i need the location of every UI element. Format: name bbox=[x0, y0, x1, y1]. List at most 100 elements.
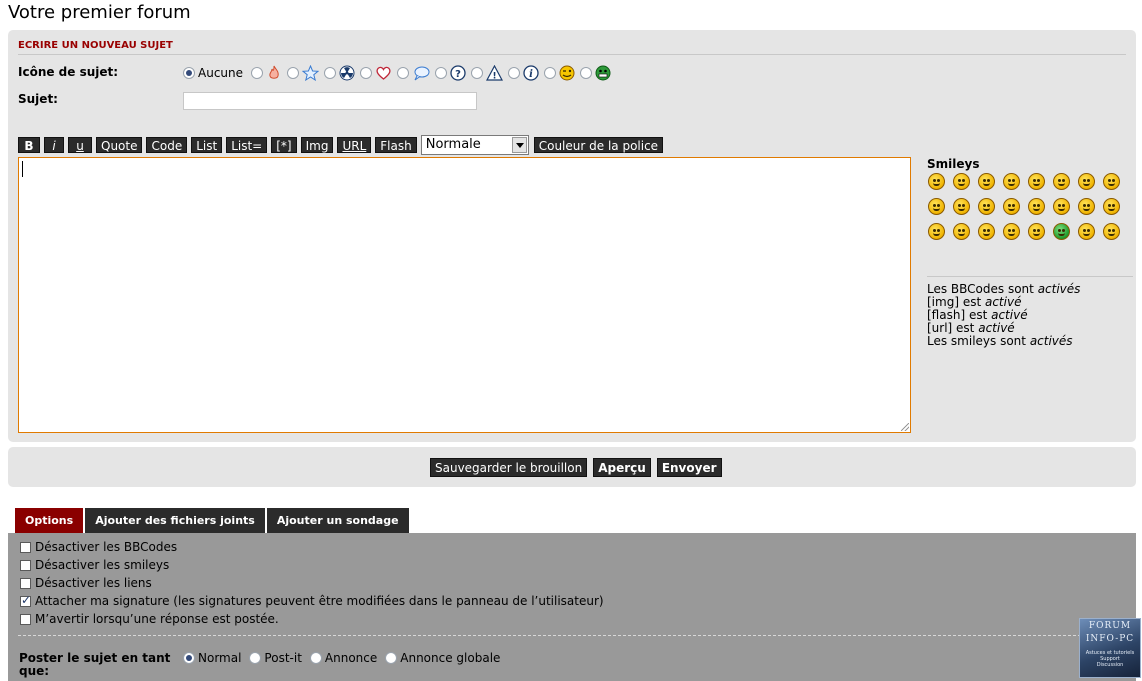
smiley-exclaim-icon[interactable] bbox=[928, 223, 945, 240]
img-button[interactable]: Img bbox=[300, 137, 334, 153]
smiley-biggrin-icon[interactable] bbox=[928, 173, 945, 190]
badge-line5: Discussion bbox=[1096, 662, 1124, 668]
option-checkbox[interactable] bbox=[20, 559, 31, 571]
compose-panel: ECRIRE UN NOUVEAU SUJET Icône de sujet: … bbox=[8, 30, 1136, 442]
badge-tagline: Astuces et tutoriels Support Discussion bbox=[1080, 650, 1140, 668]
post-type-option-label: Post-it bbox=[264, 651, 302, 665]
smiley-surprised-icon[interactable] bbox=[1028, 173, 1045, 190]
post-type-option-label: Normal bbox=[198, 651, 242, 665]
smiley-question-icon[interactable] bbox=[953, 223, 970, 240]
forum-info-pc-logo[interactable]: FORUM INFO-PC Astuces et tutoriels Suppo… bbox=[1079, 618, 1141, 678]
status-prefix: [url] est bbox=[927, 321, 979, 335]
question-icon: ? bbox=[450, 65, 466, 81]
tab-0[interactable]: Options bbox=[15, 508, 84, 533]
smiley-arrow-icon[interactable] bbox=[1003, 223, 1020, 240]
code-button[interactable]: Code bbox=[146, 137, 188, 153]
option-row: Désactiver les smileys bbox=[20, 556, 604, 574]
topic-icon-heart-radio[interactable] bbox=[360, 67, 373, 79]
heart-icon bbox=[376, 66, 391, 80]
smiley-shocked-icon[interactable] bbox=[1103, 198, 1120, 215]
topic-icon-fire-radio[interactable] bbox=[251, 67, 264, 79]
ordered-list-button[interactable]: List= bbox=[226, 137, 268, 153]
smiley-evil-icon[interactable] bbox=[1053, 198, 1070, 215]
status-value: activé bbox=[984, 295, 1022, 309]
option-label: Désactiver les liens bbox=[35, 576, 152, 590]
option-checkbox[interactable] bbox=[20, 577, 31, 589]
option-row: Désactiver les liens bbox=[20, 574, 604, 592]
option-checkbox[interactable] bbox=[20, 541, 31, 553]
svg-text:i: i bbox=[529, 69, 533, 80]
warning-icon: ! bbox=[486, 65, 504, 82]
topic-icon-speech-radio[interactable] bbox=[397, 67, 410, 79]
save-draft-button[interactable]: Sauvegarder le brouillon bbox=[430, 458, 588, 477]
flash-button[interactable]: Flash bbox=[375, 137, 417, 153]
smiley-confused-icon[interactable] bbox=[1003, 198, 1020, 215]
post-type-radio[interactable] bbox=[249, 652, 262, 664]
bold-button[interactable]: B bbox=[18, 137, 40, 153]
smileys-title: Smileys bbox=[927, 157, 980, 171]
tab-2[interactable]: Ajouter un sondage bbox=[266, 508, 409, 533]
smiley-happy-icon[interactable] bbox=[953, 173, 970, 190]
topic-icon-radioactive-radio[interactable] bbox=[324, 67, 337, 79]
topic-icon-question-radio[interactable] bbox=[435, 67, 448, 79]
preview-button[interactable]: Aperçu bbox=[593, 458, 651, 477]
topic-icon-info-radio[interactable] bbox=[508, 67, 521, 79]
smiley-twisted-icon[interactable] bbox=[1078, 198, 1095, 215]
quote-button[interactable]: Quote bbox=[96, 137, 143, 153]
topic-icon-warning-radio[interactable] bbox=[471, 67, 484, 79]
section-title: ECRIRE UN NOUVEAU SUJET bbox=[18, 40, 173, 51]
status-prefix: [img] est bbox=[927, 295, 985, 309]
chevron-down-icon[interactable] bbox=[511, 137, 527, 153]
smiley-idea-icon[interactable] bbox=[978, 223, 995, 240]
subject-input[interactable] bbox=[183, 92, 477, 110]
post-type-label: Poster le sujet en tant que: bbox=[19, 651, 171, 678]
topic-icon-none-radio[interactable] bbox=[183, 67, 195, 79]
tab-1[interactable]: Ajouter des fichiers joints bbox=[85, 508, 265, 533]
post-type-radio[interactable] bbox=[385, 652, 398, 664]
message-textarea[interactable] bbox=[18, 157, 911, 433]
smiley-razz-icon[interactable] bbox=[928, 198, 945, 215]
topic-icon-star-radio[interactable] bbox=[287, 67, 300, 79]
badge-line1: FORUM bbox=[1088, 621, 1132, 631]
smiley-neutral-icon[interactable] bbox=[1003, 173, 1020, 190]
smiley-geek-icon[interactable] bbox=[1078, 223, 1095, 240]
smiley-sad-icon[interactable] bbox=[1028, 223, 1045, 240]
resize-grip-icon[interactable] bbox=[901, 423, 909, 431]
list-item-button[interactable]: [*] bbox=[271, 137, 297, 153]
smiley-nerd-icon[interactable] bbox=[1103, 223, 1120, 240]
smiley-tongue-icon[interactable] bbox=[978, 198, 995, 215]
status-value: activé bbox=[978, 321, 1015, 335]
status-prefix: Les BBCodes sont bbox=[927, 282, 1038, 296]
smiley-green-icon[interactable] bbox=[1053, 223, 1070, 240]
option-checkbox[interactable] bbox=[20, 593, 31, 607]
smiley-cool-icon[interactable] bbox=[1103, 173, 1120, 190]
smiley-eek-icon[interactable] bbox=[1053, 173, 1070, 190]
text-caret bbox=[22, 161, 23, 177]
speech-bubble-icon bbox=[414, 66, 430, 81]
post-type-radio[interactable] bbox=[309, 652, 322, 664]
url-button[interactable]: URL bbox=[337, 137, 372, 153]
post-type-radio[interactable] bbox=[183, 652, 195, 664]
list-button[interactable]: List bbox=[191, 137, 223, 153]
option-checkbox[interactable] bbox=[20, 613, 31, 625]
font-color-button[interactable]: Couleur de la police bbox=[533, 137, 664, 153]
option-row: Désactiver les BBCodes bbox=[20, 538, 604, 556]
smiley-mad-icon[interactable] bbox=[953, 198, 970, 215]
smiley-smile-icon[interactable] bbox=[978, 173, 995, 190]
post-type-radios: Normal Post-it Annonce Annonce globale bbox=[183, 651, 508, 665]
send-button[interactable]: Envoyer bbox=[656, 458, 722, 477]
underline-button[interactable]: u bbox=[68, 137, 92, 153]
star-icon bbox=[302, 65, 320, 81]
smiley-frown-icon[interactable] bbox=[1028, 198, 1045, 215]
option-label: Attacher ma signature (les signatures pe… bbox=[35, 594, 604, 608]
topic-icon-wink-radio[interactable] bbox=[544, 67, 557, 79]
svg-text:!: ! bbox=[492, 72, 496, 82]
smiley-rolleyes-icon[interactable] bbox=[1078, 173, 1095, 190]
font-size-select[interactable]: Normale bbox=[420, 135, 529, 155]
svg-text:?: ? bbox=[455, 69, 461, 80]
italic-button[interactable]: i bbox=[44, 137, 64, 153]
option-row: M’avertir lorsqu’une réponse est postée. bbox=[20, 610, 604, 628]
option-label: M’avertir lorsqu’une réponse est postée. bbox=[35, 612, 279, 626]
topic-icon-grin-radio[interactable] bbox=[580, 67, 593, 79]
radioactive-icon bbox=[339, 65, 355, 81]
